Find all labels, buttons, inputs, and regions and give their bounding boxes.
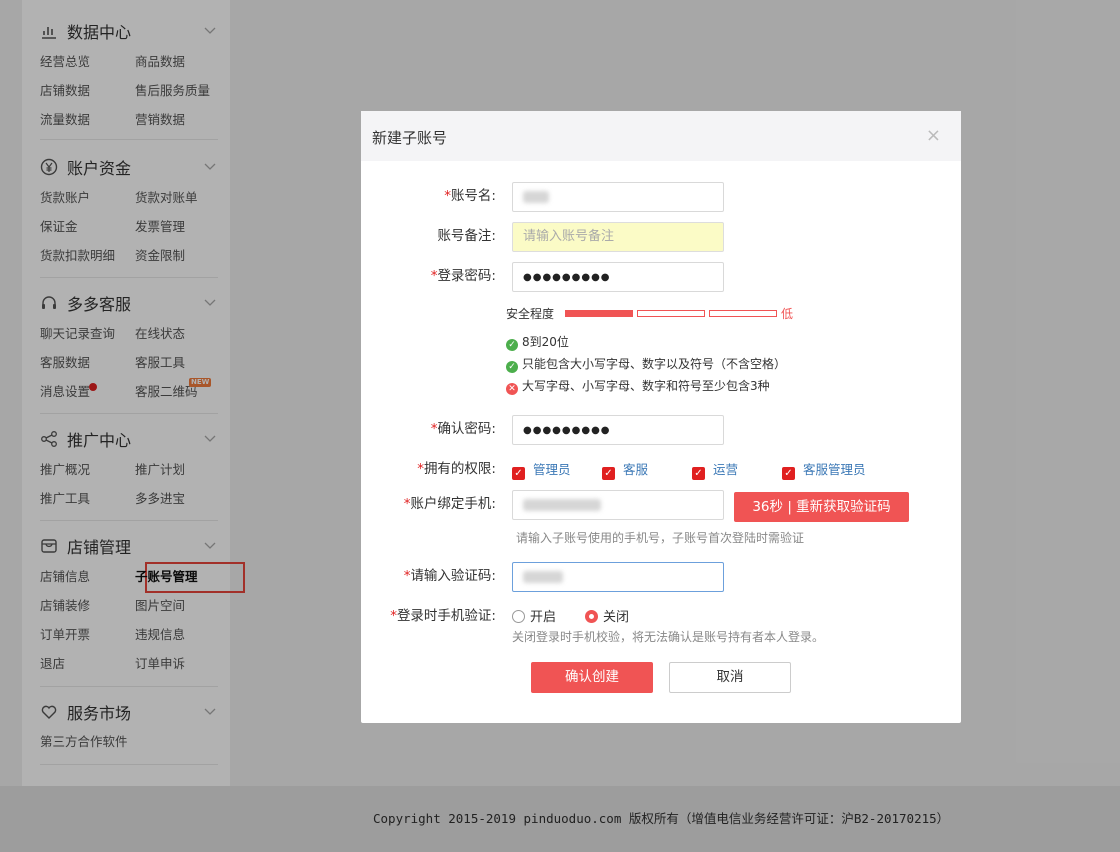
account-note-input[interactable]: 请输入账号备注	[512, 222, 724, 252]
resend-code-button[interactable]: 36秒 | 重新获取验证码	[734, 492, 909, 522]
required-mark: *	[390, 608, 397, 624]
radio-label: 开启	[530, 610, 557, 625]
verify-code-label: *请输入验证码:	[404, 564, 496, 584]
create-subaccount-dialog: 新建子账号 × *账号名: 账号备注: 请输入账号备注 *登录密码: ●●●●●…	[361, 111, 961, 723]
rule-text: 8到20位	[522, 335, 569, 349]
phone-hint: 请输入子账号使用的手机号，子账号首次登陆时需验证	[516, 531, 805, 545]
close-icon[interactable]: ×	[926, 125, 941, 146]
password-rule: ✓ 8到20位	[506, 334, 569, 351]
checkbox-label: 管理员	[533, 462, 571, 477]
permissions-label: *拥有的权限:	[417, 457, 496, 477]
checkbox-label: 客服	[623, 462, 649, 477]
permission-cs-checkbox[interactable]: ✓ 客服	[602, 459, 648, 480]
phone-label-text: 账户绑定手机:	[410, 496, 496, 512]
required-mark: *	[444, 188, 451, 204]
phone-input[interactable]	[512, 490, 724, 520]
verify-code-input[interactable]	[512, 562, 724, 592]
account-name-label-text: 账号名:	[450, 188, 496, 204]
password-rule: ✕ 大写字母、小写字母、数字和符号至少包含3种	[506, 378, 770, 395]
permission-ops-checkbox[interactable]: ✓ 运营	[692, 459, 738, 480]
required-mark: *	[417, 461, 424, 477]
confirm-create-button[interactable]: 确认创建	[531, 662, 653, 693]
account-note-label: 账号备注:	[437, 228, 496, 244]
check-circle-icon: ✓	[506, 339, 518, 351]
login-verify-off-radio[interactable]: 关闭	[585, 606, 629, 625]
phone-label: *账户绑定手机:	[404, 492, 496, 512]
password-mask: ●●●●●●●●●	[523, 425, 611, 436]
redacted-text	[523, 190, 549, 203]
password-mask: ●●●●●●●●●	[523, 272, 611, 283]
checkbox-label: 运营	[713, 462, 739, 477]
strength-bar-1	[565, 310, 633, 317]
checkbox-label: 客服管理员	[803, 462, 866, 477]
checkbox-checked-icon: ✓	[692, 467, 705, 480]
redacted-text	[523, 570, 563, 583]
cancel-button[interactable]: 取消	[669, 662, 791, 693]
strength-value: 低	[781, 307, 794, 321]
verify-code-label-text: 请输入验证码:	[410, 568, 496, 584]
confirm-password-label: *确认密码:	[431, 417, 496, 437]
login-verify-hint: 关闭登录时手机校验，将无法确认是账号持有者本人登录。	[512, 630, 825, 644]
copyright-text: Copyright 2015-2019 pinduoduo.com 版权所有（增…	[373, 811, 950, 826]
password-rule: ✓ 只能包含大小写字母、数字以及符号（不含空格）	[506, 356, 787, 373]
dialog-title: 新建子账号	[372, 129, 448, 147]
confirm-password-input[interactable]: ●●●●●●●●●	[512, 415, 724, 445]
permission-admin-checkbox[interactable]: ✓ 管理员	[512, 459, 571, 480]
password-label: *登录密码:	[431, 264, 496, 284]
permissions-label-text: 拥有的权限:	[423, 461, 496, 477]
checkbox-checked-icon: ✓	[512, 467, 525, 480]
rule-text: 只能包含大小写字母、数字以及符号（不含空格）	[522, 357, 787, 371]
radio-checked-icon	[585, 610, 598, 623]
account-name-label: *账号名:	[444, 184, 496, 204]
permission-cs-admin-checkbox[interactable]: ✓ 客服管理员	[782, 459, 866, 480]
strength-bar-2	[637, 310, 705, 317]
rule-text: 大写字母、小写字母、数字和符号至少包含3种	[522, 379, 770, 393]
password-label-text: 登录密码:	[437, 268, 496, 284]
login-verify-label: *登录时手机验证:	[390, 604, 496, 624]
strength-bar-3	[709, 310, 777, 317]
account-name-input[interactable]	[512, 182, 724, 212]
login-verify-label-text: 登录时手机验证:	[396, 608, 496, 624]
radio-label: 关闭	[603, 610, 630, 625]
radio-unchecked-icon	[512, 610, 525, 623]
checkbox-checked-icon: ✓	[602, 467, 615, 480]
dialog-header: 新建子账号 ×	[361, 111, 961, 161]
check-circle-icon: ✓	[506, 361, 518, 373]
redacted-text	[523, 498, 601, 511]
cross-circle-icon: ✕	[506, 383, 518, 395]
password-input[interactable]: ●●●●●●●●●	[512, 262, 724, 292]
login-verify-on-radio[interactable]: 开启	[512, 606, 556, 625]
strength-label: 安全程度	[506, 307, 555, 321]
checkbox-checked-icon: ✓	[782, 467, 795, 480]
confirm-password-label-text: 确认密码:	[437, 421, 496, 437]
